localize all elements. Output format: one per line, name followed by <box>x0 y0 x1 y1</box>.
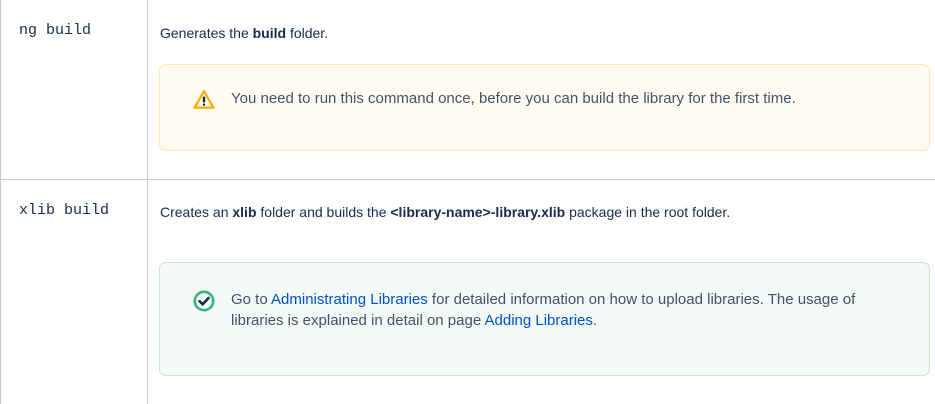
warning-panel-text: You need to run this command once, befor… <box>231 90 796 107</box>
description-text: package in the root folder. <box>565 204 731 220</box>
description-text: Generates the <box>160 25 253 41</box>
administrating-libraries-link[interactable]: Administrating Libraries <box>271 291 428 308</box>
success-panel-text: Go to Administrating Libraries for detai… <box>231 289 903 331</box>
command-cell: xlib build <box>19 202 110 219</box>
table-row: xlib build Creates an xlib folder and bu… <box>0 180 935 404</box>
table-row: ng build Generates the build folder. You… <box>0 0 935 180</box>
panel-text: Go to <box>231 291 272 308</box>
description-bold: <library-name>-library.xlib <box>390 204 566 220</box>
command-cell: ng build <box>19 22 92 39</box>
panel-text: . <box>592 312 598 329</box>
description-bold: xlib <box>232 204 257 220</box>
description-text: folder. <box>286 25 329 41</box>
description-text: folder and builds the <box>256 204 391 220</box>
description-bold: build <box>252 25 287 41</box>
adding-libraries-link[interactable]: Adding Libraries <box>485 312 593 329</box>
warning-panel: You need to run this command once, befor… <box>159 64 930 151</box>
description-cell: Generates the build folder. <box>160 23 920 43</box>
success-panel: Go to Administrating Libraries for detai… <box>159 262 930 376</box>
warning-icon <box>193 89 215 114</box>
description-cell: Creates an xlib folder and builds the <l… <box>160 202 920 222</box>
description-text: Creates an <box>160 204 233 220</box>
check-circle-icon <box>193 290 215 317</box>
